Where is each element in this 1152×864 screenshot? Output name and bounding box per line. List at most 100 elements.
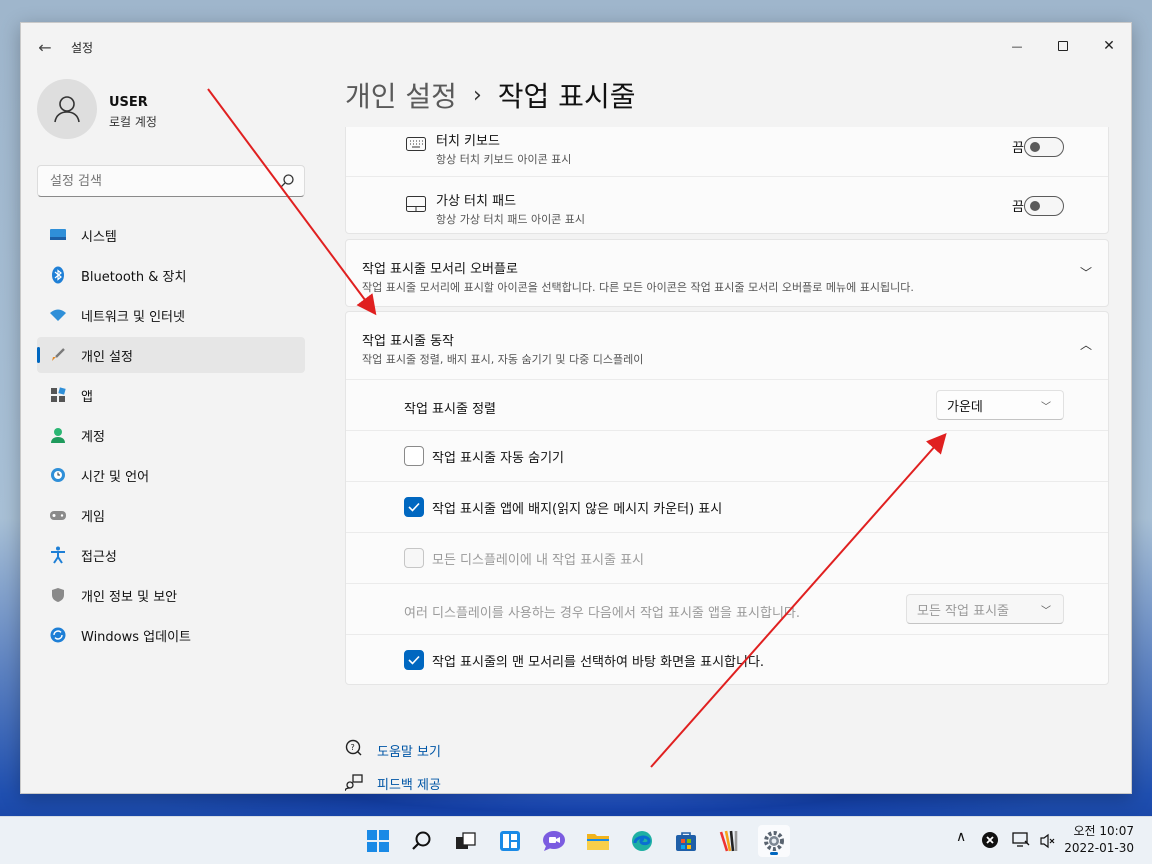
maximize-icon xyxy=(1058,41,1068,51)
chevron-down-icon[interactable]: ﹀ xyxy=(1080,264,1092,281)
touch-keyboard-subtitle: 항상 터치 키보드 아이콘 표시 xyxy=(436,153,572,166)
widgets-icon xyxy=(500,831,520,851)
divider xyxy=(346,176,1108,177)
chat-icon xyxy=(543,831,565,851)
overflow-title: 작업 표시줄 모서리 오버플로 xyxy=(362,262,518,277)
sidebar-item-gaming[interactable]: 게임 xyxy=(37,497,305,533)
sidebar-item-label: 앱 xyxy=(81,389,93,405)
close-button[interactable]: ✕ xyxy=(1087,31,1131,61)
all-displays-checkbox[interactable] xyxy=(404,548,424,568)
sidebar-item-privacy[interactable]: 개인 정보 및 보안 xyxy=(37,577,305,613)
feedback-link[interactable]: 피드백 제공 xyxy=(377,774,441,793)
behaviors-card: 작업 표시줄 동작 작업 표시줄 정렬, 배지 표시, 자동 숨기기 및 다중 … xyxy=(345,311,1109,685)
file-explorer-icon xyxy=(587,834,609,850)
update-icon xyxy=(49,626,67,644)
back-button[interactable]: ← xyxy=(33,35,57,59)
file-explorer-button[interactable] xyxy=(582,825,614,857)
task-view-button[interactable] xyxy=(450,825,482,857)
network-icon[interactable] xyxy=(1012,832,1030,848)
apps-icon xyxy=(49,386,67,404)
widgets-button[interactable] xyxy=(494,825,526,857)
sidebar-item-accessibility[interactable]: 접근성 xyxy=(37,537,305,573)
sidebar-item-personalization[interactable]: 개인 설정 xyxy=(37,337,305,373)
task-view-icon xyxy=(456,832,476,849)
sidebar-nav: 시스템 Bluetooth & 장치 네트워크 및 인터넷 개인 설정 앱 계정… xyxy=(37,217,305,657)
svg-text:?: ? xyxy=(351,743,355,752)
tray-app-icon[interactable] xyxy=(982,832,998,848)
clock-time: 오전 10:07 xyxy=(1073,824,1134,838)
shield-icon xyxy=(49,586,67,604)
alignment-label: 작업 표시줄 정렬 xyxy=(404,402,496,417)
auto-hide-label: 작업 표시줄 자동 숨기기 xyxy=(432,451,564,466)
search-icon xyxy=(412,831,431,850)
system-icon xyxy=(49,226,67,244)
avatar[interactable] xyxy=(37,79,97,139)
virtual-touchpad-toggle-label: 끔 xyxy=(1012,200,1024,215)
taskbar-clock[interactable]: 오전 10:07 2022-01-30 xyxy=(1062,823,1134,857)
virtual-touchpad-subtitle: 항상 가상 터치 패드 아이콘 표시 xyxy=(436,213,586,226)
sidebar-item-label: 개인 설정 xyxy=(81,349,133,365)
app-icon xyxy=(719,830,738,852)
chat-button[interactable] xyxy=(538,825,570,857)
overflow-card[interactable]: 작업 표시줄 모서리 오버플로 작업 표시줄 모서리에 표시할 아이콘을 선택합… xyxy=(345,239,1109,307)
edge-icon xyxy=(632,831,652,851)
touchpad-icon xyxy=(406,196,426,212)
alignment-dropdown[interactable]: 가운데 ﹀ xyxy=(936,390,1064,420)
help-icon: ? xyxy=(345,739,362,756)
multi-display-dropdown[interactable]: 모든 작업 표시줄 ﹀ xyxy=(906,594,1064,624)
behaviors-subtitle: 작업 표시줄 정렬, 배지 표시, 자동 숨기기 및 다중 디스플레이 xyxy=(362,353,644,366)
brush-icon xyxy=(49,346,67,364)
help-link[interactable]: 도움말 보기 xyxy=(377,741,441,760)
speaker-muted-icon[interactable] xyxy=(1040,833,1056,849)
sidebar-item-system[interactable]: 시스템 xyxy=(37,217,305,253)
store-button[interactable] xyxy=(670,825,702,857)
start-icon xyxy=(367,830,389,852)
virtual-touchpad-title: 가상 터치 패드 xyxy=(436,194,517,209)
auto-hide-checkbox[interactable] xyxy=(404,446,424,466)
wifi-icon xyxy=(49,306,67,324)
far-corner-checkbox[interactable] xyxy=(404,650,424,670)
sidebar-item-network[interactable]: 네트워크 및 인터넷 xyxy=(37,297,305,333)
sidebar-item-windows-update[interactable]: Windows 업데이트 xyxy=(37,617,305,653)
far-corner-label: 작업 표시줄의 맨 모서리를 선택하여 바탕 화면을 표시합니다. xyxy=(432,655,765,670)
sidebar-item-label: 네트워크 및 인터넷 xyxy=(81,309,185,325)
sidebar-item-bluetooth[interactable]: Bluetooth & 장치 xyxy=(37,257,305,293)
divider xyxy=(346,481,1108,482)
bluetooth-icon xyxy=(49,266,67,284)
feedback-icon xyxy=(345,774,363,791)
search-input[interactable] xyxy=(37,165,305,197)
sidebar-item-label: 게임 xyxy=(81,509,105,525)
settings-taskbar-button[interactable] xyxy=(758,825,790,857)
sidebar-item-time-language[interactable]: 시간 및 언어 xyxy=(37,457,305,493)
corner-icons-card: 터치 키보드 항상 터치 키보드 아이콘 표시 끔 가상 터치 패드 항상 가상… xyxy=(345,127,1109,234)
virtual-touchpad-toggle[interactable] xyxy=(1024,196,1064,216)
clock-date: 2022-01-30 xyxy=(1064,841,1134,855)
taskbar-app-button[interactable] xyxy=(714,825,746,857)
breadcrumb-parent[interactable]: 개인 설정 xyxy=(345,75,457,115)
gamepad-icon xyxy=(49,506,67,524)
minimize-button[interactable]: — xyxy=(995,31,1039,61)
touch-keyboard-toggle[interactable] xyxy=(1024,137,1064,157)
multi-display-label: 여러 디스플레이를 사용하는 경우 다음에서 작업 표시줄 앱을 표시합니다. xyxy=(404,606,800,621)
user-name: USER xyxy=(109,95,148,110)
account-icon xyxy=(49,426,67,444)
accessibility-icon xyxy=(49,546,67,564)
maximize-button[interactable] xyxy=(1041,31,1085,61)
keyboard-icon xyxy=(406,137,426,151)
sidebar-item-accounts[interactable]: 계정 xyxy=(37,417,305,453)
start-button[interactable] xyxy=(362,825,394,857)
checkmark-icon xyxy=(408,655,420,665)
badges-checkbox[interactable] xyxy=(404,497,424,517)
chevron-up-icon[interactable]: ︿ xyxy=(1080,336,1092,353)
settings-icon xyxy=(764,831,784,851)
settings-content[interactable]: 터치 키보드 항상 터치 키보드 아이콘 표시 끔 가상 터치 패드 항상 가상… xyxy=(345,127,1109,795)
store-icon xyxy=(676,832,696,851)
sidebar-item-apps[interactable]: 앱 xyxy=(37,377,305,413)
touch-keyboard-toggle-label: 끔 xyxy=(1012,141,1024,156)
divider xyxy=(346,583,1108,584)
taskbar-search-button[interactable] xyxy=(406,825,438,857)
divider xyxy=(346,430,1108,431)
edge-button[interactable] xyxy=(626,825,658,857)
overflow-subtitle: 작업 표시줄 모서리에 표시할 아이콘을 선택합니다. 다른 모든 아이콘은 작… xyxy=(362,281,914,294)
tray-overflow-button[interactable]: ∧ xyxy=(956,829,966,845)
